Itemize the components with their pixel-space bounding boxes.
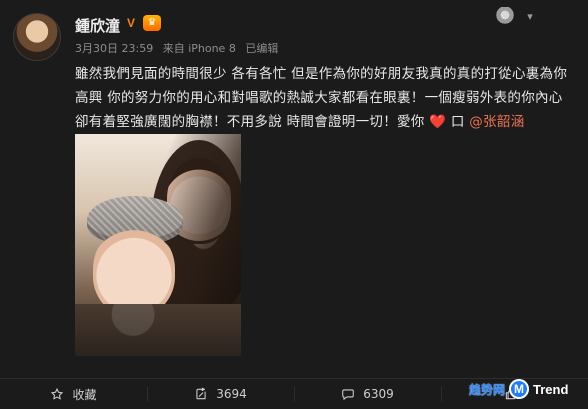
comment-count: 6309 <box>363 387 394 401</box>
post-photo[interactable] <box>75 134 241 356</box>
avatar[interactable] <box>13 13 61 61</box>
weibo-post-card: 鍾欣潼 V ♛ 3月30日 23:59 来自 iPhone 8 已编辑 ▾ 雖然… <box>0 0 588 378</box>
watermark-zh: 趋势网 <box>469 382 506 397</box>
repost-icon <box>194 387 208 401</box>
post-text-line-1: 雖然我們見面的時間很少 各有各忙 但是作為你的好朋友我真的真的打從心裏為你 <box>75 66 568 82</box>
repost-count: 3694 <box>216 387 247 401</box>
small-avatar-thumb <box>490 7 520 27</box>
heart-icon: ❤️ <box>429 114 447 130</box>
repost-button[interactable]: 3694 <box>147 379 294 409</box>
post-text-line-3-after-heart: 口 <box>450 114 465 130</box>
post-text: 雖然我們見面的時間很少 各有各忙 但是作為你的好朋友我真的真的打從心裏為你 高興… <box>75 62 577 134</box>
favorite-button[interactable]: 收藏 <box>0 379 147 409</box>
post-text-line-3: 卻有着堅強廣闊的胸襟！不用多說 時間會證明一切！愛你 ❤️ 口 @张韶涵 <box>75 110 577 134</box>
chevron-down-icon[interactable]: ▾ <box>523 10 537 24</box>
photo-person-left-face <box>93 226 175 316</box>
post-menu[interactable]: ▾ <box>490 7 556 27</box>
verified-badge: V <box>127 16 136 30</box>
post-text-line-3-prefix: 卻有着堅強廣闊的胸襟！不用多說 時間會證明一切！愛你 <box>75 114 425 130</box>
mention-link[interactable]: @张韶涵 <box>469 114 524 130</box>
comment-icon <box>341 387 355 401</box>
post-text-line-2: 高興 你的努力你的用心和對唱歌的熱誠大家都看在眼裏！一個瘦弱外表的你內心 <box>75 90 563 106</box>
favorite-label: 收藏 <box>72 387 97 402</box>
star-icon <box>50 387 64 401</box>
watermark-en: Trend <box>533 381 569 397</box>
username[interactable]: 鍾欣潼 <box>75 15 120 36</box>
post-meta: 3月30日 23:59 来自 iPhone 8 已编辑 <box>75 40 284 56</box>
post-edited: 已编辑 <box>245 42 279 55</box>
site-watermark: 趋势网 M Trend <box>469 377 579 401</box>
post-date: 3月30日 23:59 <box>75 42 154 55</box>
post-source: 来自 iPhone 8 <box>162 42 236 55</box>
watermark-circle: M <box>509 379 530 399</box>
photo-coat <box>75 304 241 356</box>
vip-badge: ♛ <box>143 15 161 31</box>
comment-button[interactable]: 6309 <box>294 379 441 409</box>
